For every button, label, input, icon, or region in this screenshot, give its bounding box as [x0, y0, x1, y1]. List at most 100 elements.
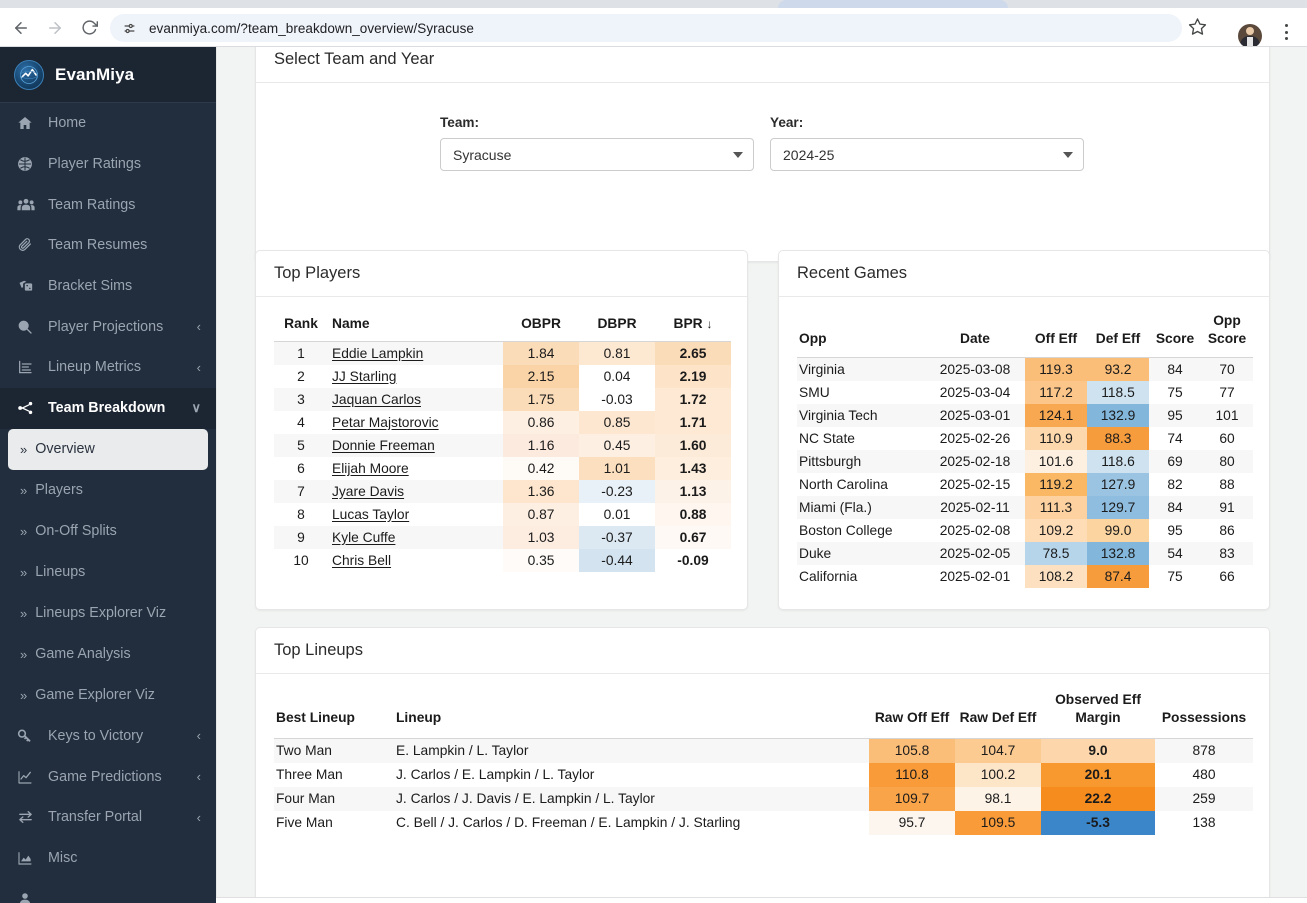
forward-arrow-icon[interactable]	[40, 13, 70, 43]
column-header-def-eff[interactable]: Def Eff	[1087, 308, 1149, 359]
player-name-link[interactable]: Kyle Cuffe	[332, 530, 395, 545]
sitemap-icon	[17, 400, 41, 416]
sidebar-item-team-breakdown[interactable]: Team Breakdown ∨	[0, 387, 216, 429]
column-header-score[interactable]: Score	[1149, 308, 1201, 359]
sidebar-item-lineup-metrics[interactable]: Lineup Metrics ‹	[0, 347, 216, 388]
column-header-dbpr[interactable]: DBPR	[579, 310, 655, 342]
year-label: Year:	[770, 115, 804, 130]
player-name-link[interactable]: Petar Majstorovic	[332, 415, 439, 430]
address-bar[interactable]: evanmiya.com/?team_breakdown_overview/Sy…	[110, 14, 1182, 42]
back-arrow-icon[interactable]	[6, 13, 36, 43]
game-date: 2025-02-26	[925, 426, 1025, 450]
game-date: 2025-02-01	[925, 564, 1025, 588]
game-off-eff: 111.3	[1025, 495, 1087, 519]
sidebar-item-label: Team Resumes	[48, 237, 148, 254]
lineup-possessions: 259	[1155, 786, 1253, 811]
chevron-down-icon: ∨	[191, 400, 201, 416]
column-header-best-lineup[interactable]: Best Lineup	[274, 686, 394, 739]
sidebar-item-keys-to-victory[interactable]: Keys to Victory ‹	[0, 716, 216, 757]
sidebar-item-misc[interactable]: Misc	[0, 838, 216, 879]
sidebar-item-team-resumes[interactable]: Team Resumes	[0, 225, 216, 266]
chevron-left-icon: ‹	[196, 359, 201, 375]
game-score: 84	[1149, 357, 1201, 381]
player-obpr: 0.86	[503, 410, 579, 434]
avatar[interactable]	[1238, 24, 1262, 48]
player-dbpr: 0.01	[579, 502, 655, 526]
game-off-eff: 119.3	[1025, 357, 1087, 381]
table-row: Virginia 2025-03-08 119.3 93.2 84 70	[797, 357, 1253, 381]
column-header-off-eff[interactable]: Off Eff	[1025, 308, 1087, 359]
sidebar-item-overview[interactable]: » Overview	[8, 428, 208, 470]
game-def-eff: 93.2	[1087, 357, 1149, 381]
column-header-raw-off-eff[interactable]: Raw Off Eff	[869, 686, 955, 739]
top-players-table-wrap: Rank Name OBPR DBPR BPR ↓ 1 Eddie Lampkin…	[256, 297, 747, 572]
player-name-link[interactable]: Jaquan Carlos	[332, 392, 421, 407]
site-settings-icon[interactable]	[118, 17, 140, 39]
sidebar-item-bracket-sims[interactable]: Bracket Sims	[0, 266, 216, 307]
lineup-players: J. Carlos / E. Lampkin / L. Taylor	[394, 762, 869, 787]
exchange-icon	[17, 809, 41, 825]
browser-chrome: evanmiya.com/?team_breakdown_overview/Sy…	[0, 0, 1307, 48]
game-off-eff: 124.1	[1025, 403, 1087, 427]
team-select[interactable]: Syracuse	[440, 138, 754, 171]
browser-toolbar: evanmiya.com/?team_breakdown_overview/Sy…	[0, 8, 1307, 48]
year-select[interactable]: 2024-25	[770, 138, 1084, 171]
sidebar-item-partial[interactable]	[0, 878, 216, 903]
column-header-opp-score[interactable]: Opp Score	[1201, 308, 1253, 359]
column-header-possessions[interactable]: Possessions	[1155, 686, 1253, 739]
player-name-link[interactable]: Elijah Moore	[332, 461, 409, 476]
player-name-link[interactable]: Donnie Freeman	[332, 438, 435, 453]
sidebar-item-lineups[interactable]: » Lineups	[8, 552, 208, 593]
team-field-group: Team: Syracuse	[440, 115, 754, 171]
sidebar-item-on-off-splits[interactable]: » On-Off Splits	[8, 511, 208, 552]
sidebar-item-player-projections[interactable]: Player Projections ‹	[0, 306, 216, 347]
brand[interactable]: EvanMiya	[0, 47, 216, 103]
lineup-type: Three Man	[274, 762, 394, 787]
game-date: 2025-02-08	[925, 518, 1025, 542]
column-header-lineup[interactable]: Lineup	[394, 686, 869, 739]
column-header-name[interactable]: Name	[328, 310, 503, 342]
evanmiya-logo-icon	[14, 59, 44, 90]
player-dbpr: -0.37	[579, 525, 655, 549]
player-name-cell: Jaquan Carlos	[328, 387, 503, 411]
column-header-opp[interactable]: Opp	[797, 308, 925, 359]
three-dot-menu-icon[interactable]	[1278, 23, 1294, 41]
sidebar-subitem-label: On-Off Splits	[35, 523, 117, 539]
chevron-left-icon: ‹	[196, 319, 201, 335]
table-body: Virginia 2025-03-08 119.3 93.2 84 70 SMU 2025-0…	[797, 357, 1253, 588]
game-def-eff: 132.8	[1087, 541, 1149, 565]
sidebar-item-transfer-portal[interactable]: Transfer Portal ‹	[0, 797, 216, 838]
sidebar-item-team-ratings[interactable]: Team Ratings	[0, 184, 216, 225]
sidebar-subitem-label: Overview	[35, 441, 95, 457]
player-bpr: 1.43	[655, 456, 731, 480]
column-header-obpr[interactable]: OBPR	[503, 310, 579, 342]
game-opp-score: 91	[1201, 495, 1253, 519]
column-header-date[interactable]: Date	[925, 308, 1025, 359]
game-opp-score: 80	[1201, 449, 1253, 473]
sidebar-item-players[interactable]: » Players	[8, 470, 208, 511]
sidebar-item-lineups-explorer-viz[interactable]: » Lineups Explorer Viz	[8, 593, 208, 634]
sidebar-item-player-ratings[interactable]: Player Ratings	[0, 144, 216, 185]
sidebar-item-game-analysis[interactable]: » Game Analysis	[8, 634, 208, 675]
reload-icon[interactable]	[74, 13, 104, 43]
player-dbpr: 0.45	[579, 433, 655, 457]
game-opp-score: 66	[1201, 564, 1253, 588]
player-name-link[interactable]: JJ Starling	[332, 369, 396, 384]
column-header-raw-def-eff[interactable]: Raw Def Eff	[955, 686, 1041, 739]
column-header-rank[interactable]: Rank	[274, 310, 328, 342]
player-bpr: -0.09	[655, 548, 731, 572]
player-rank: 2	[274, 364, 328, 388]
sidebar-item-game-predictions[interactable]: Game Predictions ‹	[0, 756, 216, 797]
column-header-bpr[interactable]: BPR ↓	[655, 310, 731, 342]
player-name-link[interactable]: Lucas Taylor	[332, 507, 409, 522]
player-name-link[interactable]: Eddie Lampkin	[332, 346, 423, 361]
game-date: 2025-02-18	[925, 449, 1025, 473]
column-header-observed-eff-margin[interactable]: Observed Eff Margin	[1041, 686, 1155, 739]
star-icon[interactable]	[1188, 17, 1212, 41]
game-opponent: Boston College	[797, 518, 925, 542]
player-name-link[interactable]: Jyare Davis	[332, 484, 404, 499]
sidebar-item-home[interactable]: Home	[0, 103, 216, 144]
player-name-link[interactable]: Chris Bell	[332, 553, 391, 568]
active-browser-tab[interactable]	[778, 0, 1008, 8]
sidebar-item-game-explorer-viz[interactable]: » Game Explorer Viz	[8, 675, 208, 716]
